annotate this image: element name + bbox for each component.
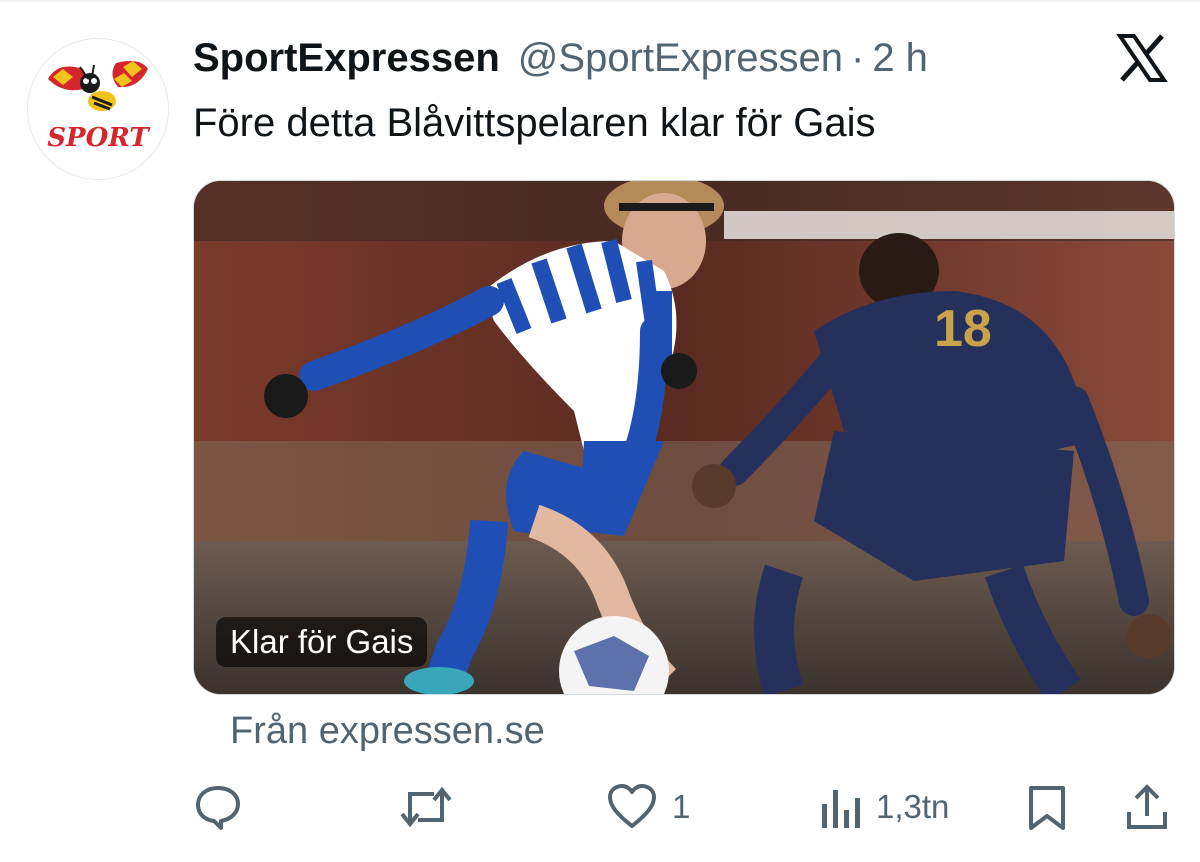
reply-button[interactable] — [193, 782, 257, 832]
wasp-logo-icon — [48, 61, 148, 111]
tweet-header: SportExpressen @SportExpressen · 2 h — [193, 36, 928, 86]
like-count: 1 — [672, 788, 691, 825]
reply-icon — [196, 786, 240, 830]
bookmark-icon — [1029, 786, 1065, 830]
views-count: 1,3tn — [876, 788, 950, 825]
retweet-button[interactable] — [398, 782, 468, 832]
x-logo-icon[interactable] — [1116, 32, 1168, 84]
display-name[interactable]: SportExpressen — [193, 36, 500, 81]
avatar-text: SPORT — [47, 123, 149, 153]
retweet-icon — [400, 786, 452, 828]
svg-text:18: 18 — [934, 300, 992, 358]
heart-icon — [608, 784, 656, 828]
card-source[interactable]: Från expressen.se — [230, 710, 545, 753]
tweet-text: Före detta Blåvittspelaren klar för Gais — [193, 101, 876, 145]
like-button[interactable]: 1 — [606, 782, 690, 832]
views-icon — [822, 790, 860, 828]
card-caption: Klar för Gais — [216, 617, 428, 667]
top-divider — [0, 0, 1200, 2]
share-button[interactable] — [1124, 782, 1170, 832]
views-button[interactable]: 1,3tn — [818, 782, 949, 832]
avatar[interactable]: SPORT — [27, 38, 169, 180]
share-icon — [1127, 784, 1167, 829]
separator-dot: · — [850, 36, 865, 80]
user-handle[interactable]: @SportExpressen — [518, 36, 843, 81]
bookmark-button[interactable] — [1025, 782, 1069, 832]
link-card[interactable]: 18 Klar för Gais — [193, 180, 1175, 695]
timestamp[interactable]: 2 h — [872, 36, 928, 81]
action-bar: 1 1,3tn — [0, 770, 1200, 850]
